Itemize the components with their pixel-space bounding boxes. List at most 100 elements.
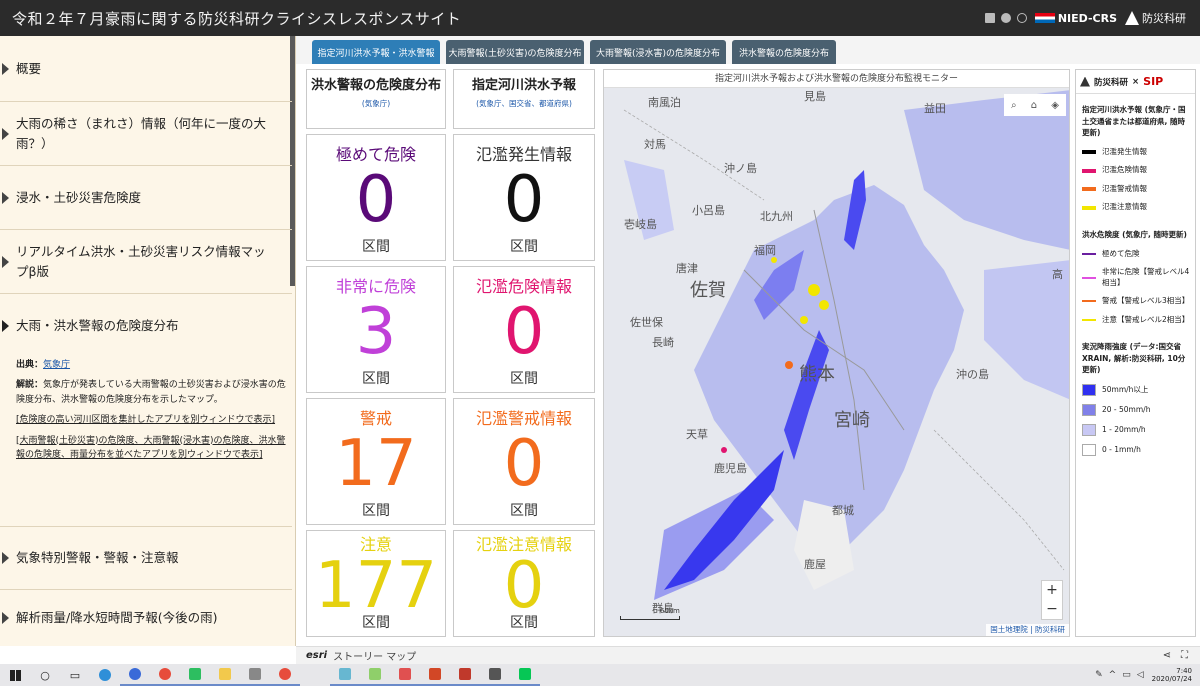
sidebar-item-weather-warnings[interactable]: 気象特別警報・警報・注意報 bbox=[0, 526, 292, 590]
app-evernote-icon[interactable] bbox=[180, 664, 210, 686]
fullscreen-icon[interactable]: ⛶ bbox=[1181, 650, 1188, 661]
legend-item-label: 1 - 20mm/h bbox=[1102, 424, 1146, 434]
share-icon[interactable]: ⋖ bbox=[1163, 650, 1171, 661]
map-label: 長崎 bbox=[652, 336, 674, 349]
zoom-in-button[interactable]: + bbox=[1042, 581, 1062, 600]
system-tray: ✎ ^ ▭ ◁ bbox=[1095, 670, 1144, 680]
map-label: 佐世保 bbox=[630, 316, 663, 329]
cross-icon: × bbox=[1132, 76, 1140, 87]
site-header: 令和２年７月豪雨に関する防災科研クライシスレスポンスサイト NIED-CRS 防… bbox=[0, 0, 1200, 36]
bosai-logo[interactable]: 防災科研 bbox=[1125, 10, 1186, 26]
tab-landslide[interactable]: 大雨警報(土砂災害)の危険度分布 bbox=[446, 40, 584, 64]
legend-item: 氾濫警戒情報 bbox=[1076, 184, 1195, 195]
legend-item: 20 - 50mm/h bbox=[1076, 403, 1195, 416]
map-canvas[interactable] bbox=[604, 70, 1070, 637]
twitter-icon[interactable] bbox=[1000, 13, 1011, 23]
app-edge-icon[interactable] bbox=[90, 664, 120, 686]
legend-item-label: 氾濫発生情報 bbox=[1102, 146, 1147, 156]
stat-flood-occurred: 氾濫発生情報 0 区間 bbox=[453, 134, 595, 261]
sidebar-item-rainfall[interactable]: 解析雨量/降水短時間予報(今後の雨) bbox=[0, 590, 292, 646]
sidebar-item-overview[interactable]: 概要 bbox=[0, 36, 292, 102]
app-media-icon[interactable] bbox=[390, 664, 420, 686]
app-chrome-icon[interactable] bbox=[150, 664, 180, 686]
zoom-control: + − bbox=[1041, 580, 1063, 620]
legend-item-label: 50mm/h以上 bbox=[1102, 384, 1149, 394]
volume-icon[interactable]: ◁ bbox=[1137, 670, 1144, 680]
scale-line bbox=[620, 616, 680, 620]
desc-text: 気象庁が発表している大雨警報の土砂災害および浸水害の危険度分布、洪水警報の危険度… bbox=[16, 380, 286, 405]
app-paint-icon[interactable] bbox=[360, 664, 390, 686]
app-photo-icon[interactable] bbox=[480, 664, 510, 686]
share-tools: ⋖ ⛶ bbox=[1163, 650, 1188, 661]
chevron-right-icon bbox=[2, 191, 9, 204]
search-icon[interactable]: ○ bbox=[30, 664, 60, 686]
start-button[interactable] bbox=[0, 664, 30, 686]
layers-icon[interactable]: ◈ bbox=[1051, 100, 1059, 111]
app-docs-icon[interactable] bbox=[240, 664, 270, 686]
app-powerpoint-icon[interactable] bbox=[420, 664, 450, 686]
map-label: 福岡 bbox=[754, 244, 776, 257]
tab-flood-warning[interactable]: 洪水警報の危険度分布 bbox=[732, 40, 836, 64]
facebook-icon[interactable] bbox=[984, 13, 995, 23]
legend-swatch bbox=[1082, 300, 1096, 303]
tab-river-flood[interactable]: 指定河川洪水予報・洪水警報 bbox=[312, 40, 440, 64]
app-browser-icon[interactable] bbox=[120, 664, 150, 686]
app-tool-icon[interactable] bbox=[330, 664, 360, 686]
app-gap-icon[interactable] bbox=[300, 664, 330, 686]
map-view[interactable]: 指定河川洪水予報および洪水警報の危険度分布監視モニター 南風泊 見島 益田 対馬… bbox=[603, 69, 1070, 637]
scale-bar: 60km bbox=[620, 607, 680, 620]
stat-value: 177 bbox=[314, 549, 438, 623]
sidebar-item-rarity[interactable]: 大雨の稀さ（まれさ）情報（何年に一度の大雨？） bbox=[0, 102, 292, 166]
tab-label: 指定河川洪水予報・洪水警報 bbox=[317, 48, 435, 59]
map-label: 壱岐島 bbox=[624, 218, 657, 231]
app-settings-icon[interactable] bbox=[270, 664, 300, 686]
stat-value: 0 bbox=[503, 163, 545, 237]
stat-label: 警戒 bbox=[359, 409, 392, 428]
open-river-app-link[interactable]: [危険度の高い河川区間を集計したアプリを別ウィンドウで表示] bbox=[16, 413, 286, 427]
sidebar-item-realtime-map[interactable]: リアルタイム洪水・土砂災害リスク情報マップβ版 bbox=[0, 230, 292, 294]
chevron-right-icon bbox=[2, 127, 9, 140]
legend-item: 氾濫危険情報 bbox=[1076, 165, 1195, 176]
legend-item-label: 20 - 50mm/h bbox=[1102, 404, 1151, 414]
legend-item: 氾濫発生情報 bbox=[1076, 147, 1195, 158]
esri-logo[interactable]: esri bbox=[306, 650, 327, 661]
home-icon[interactable]: ⌂ bbox=[1031, 100, 1037, 111]
panel-source: (気象庁) bbox=[361, 98, 391, 108]
social-links bbox=[984, 13, 1027, 23]
sidebar-item-label: 解析雨量/降水短時間予報(今後の雨) bbox=[16, 610, 218, 626]
stat-unit: 区間 bbox=[362, 239, 390, 255]
chevron-up-icon[interactable]: ^ bbox=[1109, 670, 1117, 680]
panel-title: 指定河川洪水予報 bbox=[471, 78, 576, 93]
source-link[interactable]: 気象庁 bbox=[43, 360, 70, 370]
open-compare-app-link[interactable]: [大雨警報(土砂災害)の危険度、大雨警報(浸水害)の危険度、洪水警報の危険度、雨… bbox=[16, 434, 286, 463]
sidebar-item-label: 大雨の稀さ（まれさ）情報（何年に一度の大雨？） bbox=[16, 116, 267, 151]
sidebar-item-warning-distribution[interactable]: 大雨・洪水警報の危険度分布 bbox=[0, 294, 292, 358]
map-attribution[interactable]: 国土地理院 | 防災科研 bbox=[986, 624, 1069, 636]
link-icon[interactable] bbox=[1016, 13, 1027, 23]
nied-flag-icon bbox=[1034, 13, 1055, 23]
legend-item-label: 氾濫危険情報 bbox=[1102, 165, 1147, 175]
legend-section-title: 実況降雨強度 (データ:国交省XRAIN, 解析:防災科研, 10分更新) bbox=[1082, 342, 1186, 375]
nied-crs-logo[interactable]: NIED-CRS bbox=[1034, 12, 1117, 25]
stat-unit: 区間 bbox=[362, 503, 390, 519]
stat-unit: 区間 bbox=[510, 615, 538, 631]
map-label: 熊本 bbox=[799, 364, 835, 385]
chevron-right-icon bbox=[2, 552, 9, 564]
app-explorer-icon[interactable] bbox=[210, 664, 240, 686]
monitor-icon[interactable]: ▭ bbox=[1122, 670, 1131, 680]
stat-label: 氾濫警戒情報 bbox=[475, 409, 572, 428]
sidebar-item-flood-risk[interactable]: 浸水・土砂災害危険度 bbox=[0, 166, 292, 230]
tab-inundation[interactable]: 大雨警報(浸水害)の危険度分布 bbox=[590, 40, 726, 64]
task-view-icon[interactable]: ▭ bbox=[60, 664, 90, 686]
stat-value: 3 bbox=[355, 295, 397, 369]
windows-icon bbox=[9, 669, 21, 681]
map-label: 鹿児島 bbox=[714, 462, 747, 475]
app-line-icon[interactable] bbox=[510, 664, 540, 686]
pen-icon[interactable]: ✎ bbox=[1095, 670, 1103, 680]
app-archive-icon[interactable] bbox=[450, 664, 480, 686]
taskbar-clock[interactable]: 7:40 2020/07/24 bbox=[1152, 667, 1192, 684]
search-icon[interactable]: ⌕ bbox=[1011, 100, 1017, 111]
legend-item: 氾濫注意情報 bbox=[1076, 202, 1195, 213]
zoom-out-button[interactable]: − bbox=[1042, 600, 1062, 619]
legend-item: 警戒【警戒レベル3相当】 bbox=[1076, 296, 1195, 307]
